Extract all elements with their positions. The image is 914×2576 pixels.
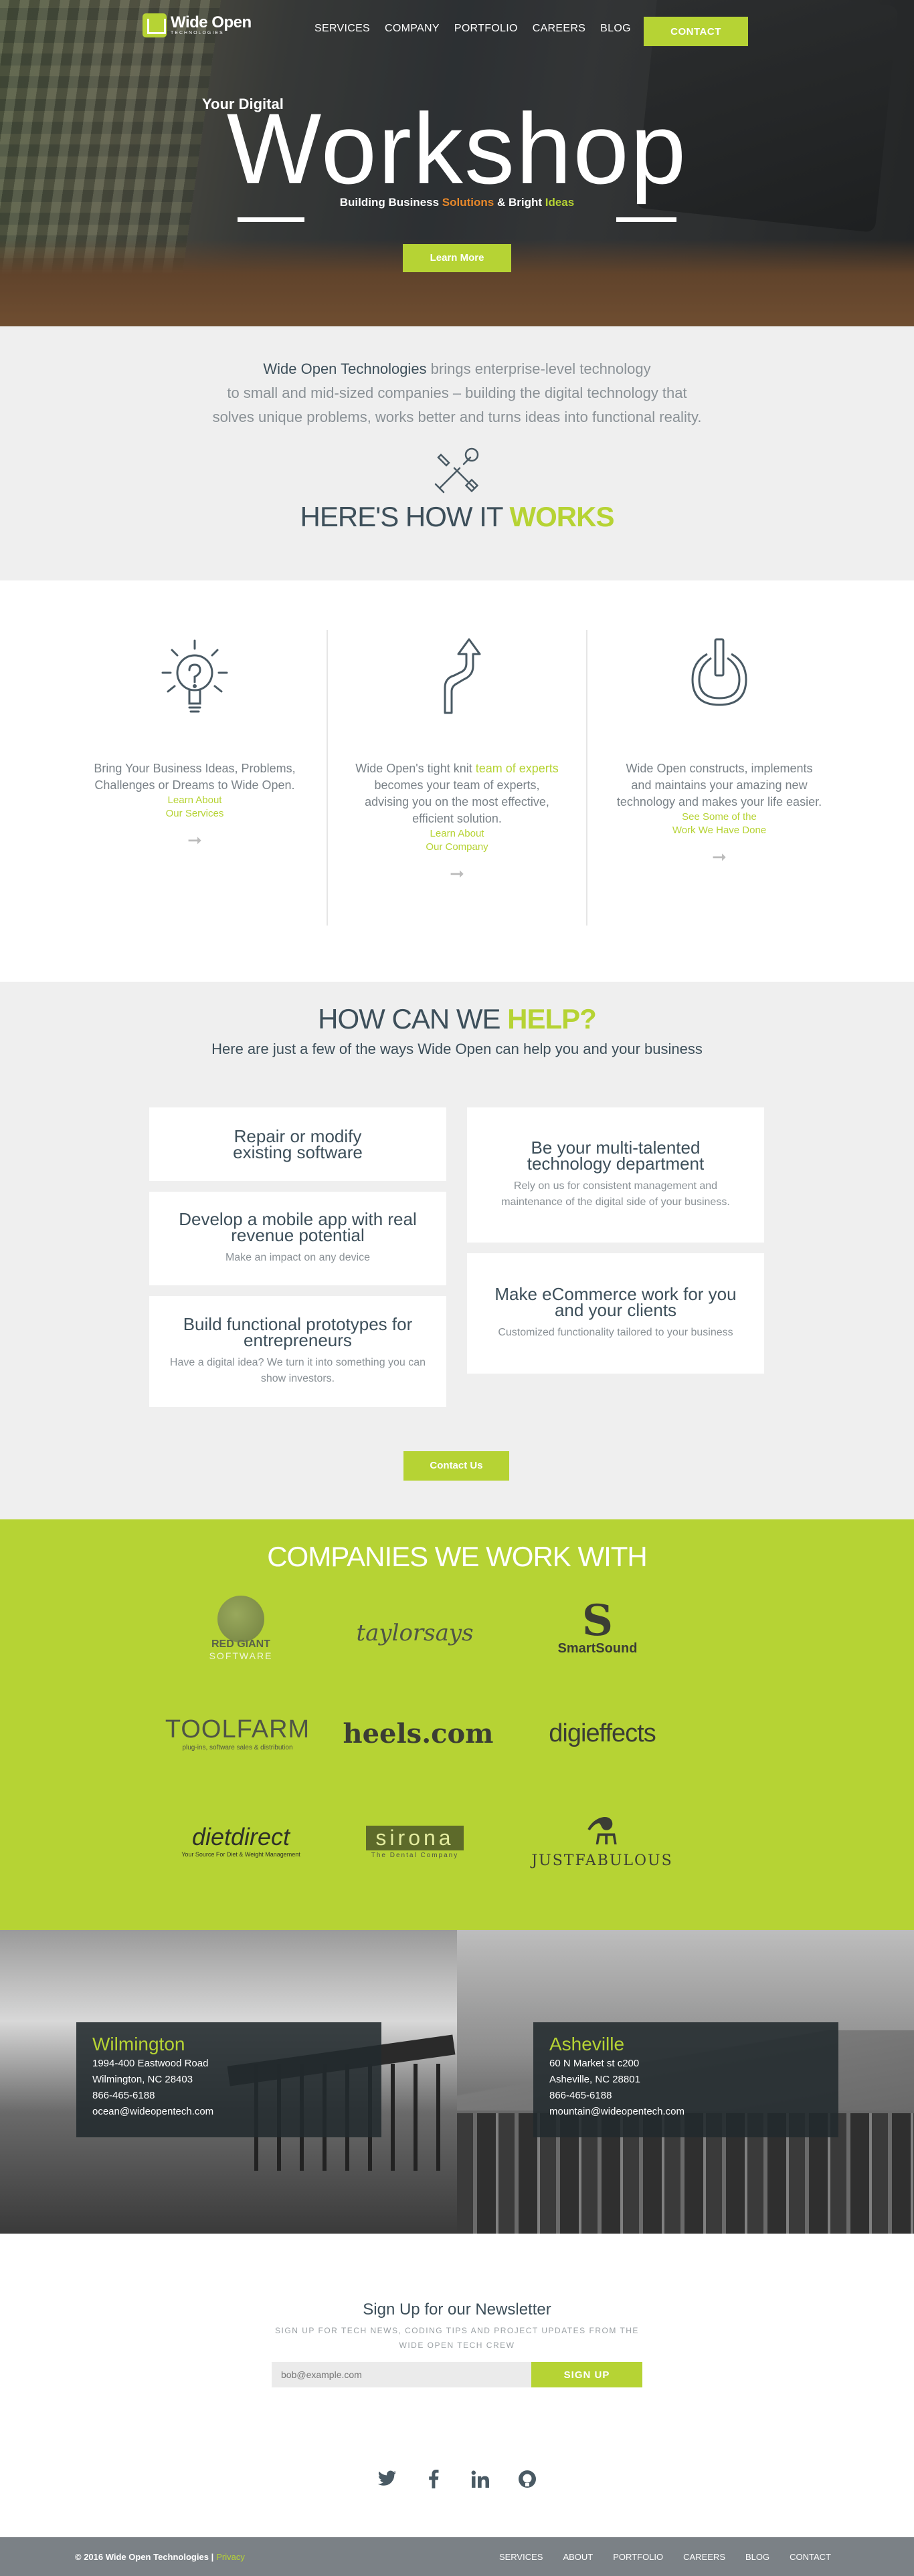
contact-us-button[interactable]: Contact Us [403,1451,509,1481]
asheville-photo: Asheville 60 N Market st c200 Asheville,… [457,1930,914,2234]
logo-mark-icon [143,13,167,37]
location-city: Wilmington [92,2034,185,2054]
logo-name: Wide Open [171,13,252,31]
location-card-wilmington: Wilmington 1994-400 Eastwood Road Wilmin… [76,2022,381,2137]
newsletter-form: SIGN UP [0,2362,914,2387]
footer-item-about[interactable]: ABOUT [563,2552,593,2562]
how-section: Bring Your Business Ideas, Problems, Cha… [0,580,914,982]
nav-item-company[interactable]: COMPANY [385,23,440,35]
help-card-ecommerce[interactable]: Make eCommerce work for you and your cli… [467,1253,764,1374]
hero-pretitle: Your Digital [202,96,284,112]
newsletter-title: Sign Up for our Newsletter [363,2300,551,2319]
nav-menu: SERVICES COMPANY PORTFOLIO CAREERS BLOG [314,23,646,35]
client-logo-red-giant: RED GIANT SOFTWARE [187,1592,294,1665]
nav-item-services[interactable]: SERVICES [314,23,370,35]
github-icon[interactable] [516,2468,539,2490]
locations-section: Wilmington 1994-400 Eastwood Road Wilmin… [0,1930,914,2234]
companies-title: COMPANIES WE WORK WITH [267,1541,648,1572]
help-section: HOW CAN WE HELP? Here are just a few of … [0,982,914,1519]
help-card-tech-department[interactable]: Be your multi-talented technology depart… [467,1107,764,1243]
twitter-icon[interactable] [375,2468,398,2490]
justfabulous-icon: ⚗ [585,1810,620,1854]
hero-subtitle: Building Business Solutions & Bright Ide… [339,196,575,209]
help-card-repair[interactable]: Repair or modify existing software [149,1107,446,1181]
companies-section: COMPANIES WE WORK WITH RED GIANT SOFTWAR… [0,1519,914,1930]
footer-item-contact[interactable]: CONTACT [790,2552,831,2562]
social-links [0,2468,914,2490]
location-phone[interactable]: 866-465-6188 [92,2088,365,2104]
nav-item-blog[interactable]: BLOG [600,23,631,35]
arrow-up-turn-icon [444,638,481,714]
client-logo-justfabulous: ⚗ JUSTFABULOUS [531,1810,673,1869]
help-subtitle: Here are just a few of the ways Wide Ope… [211,1041,703,1057]
how-column-text: Wide Open's tight knit team of experts b… [355,762,559,825]
footer-item-blog[interactable]: BLOG [745,2552,769,2562]
wilmington-photo: Wilmington 1994-400 Eastwood Road Wilmin… [0,1930,457,2234]
arrow-right-icon[interactable]: ➞ [328,863,586,884]
location-city: Asheville [549,2034,625,2054]
help-card-mobile-app[interactable]: Develop a mobile app with real revenue p… [149,1192,446,1285]
newsletter-description: SIGN UP FOR TECH NEWS, CODING TIPS AND P… [275,2326,639,2350]
hero-underline [238,217,676,223]
help-title: HOW CAN WE HELP? [318,1003,597,1035]
newsletter-section: Sign Up for our Newsletter SIGN UP FOR T… [0,2234,914,2537]
main-nav: Wide Open Technologies SERVICES COMPANY … [0,0,914,60]
how-column-ideas: Bring Your Business Ideas, Problems, Cha… [64,630,325,926]
nav-contact-button[interactable]: CONTACT [644,17,748,46]
learn-more-button[interactable]: Learn More [403,244,511,272]
footer-item-portfolio[interactable]: PORTFOLIO [613,2552,663,2562]
learn-about-services-link[interactable]: Learn About Our Services [64,794,325,821]
hero-title: Workshop [226,92,688,205]
location-phone[interactable]: 866-465-6188 [549,2088,822,2104]
client-logo-taylorsays: taylorsays [356,1620,474,1646]
see-our-work-link[interactable]: See Some of the Work We Have Done [589,811,850,837]
power-icon [691,638,747,706]
client-logo-digieffects: digieffects [549,1719,656,1747]
footer: © 2016 Wide Open Technologies | Privacy S… [0,2537,914,2576]
newsletter-signup-button[interactable]: SIGN UP [531,2362,642,2387]
hero: Wide Open Technologies SERVICES COMPANY … [0,0,914,326]
smartsound-icon: S [581,1595,614,1646]
arrow-right-icon[interactable]: ➞ [589,847,850,867]
privacy-link[interactable]: Privacy [216,2552,245,2562]
hero-copy: Your Digital Workshop Building Business … [0,90,914,272]
location-email[interactable]: ocean@wideopentech.com [92,2104,365,2120]
client-logo-heels: heels.com [343,1717,494,1749]
learn-about-company-link[interactable]: Learn About Our Company [328,827,586,854]
client-logo-smartsound: S SmartSound [557,1595,638,1656]
client-logo-dietdirect: dietdirect Your Source For Diet & Weight… [181,1823,300,1858]
footer-item-services[interactable]: SERVICES [499,2552,543,2562]
how-column-text: Bring Your Business Ideas, Problems, Cha… [94,762,296,792]
how-it-works-title: HERE'S HOW IT WORKS [300,501,615,532]
linkedin-icon[interactable] [469,2468,492,2490]
lightbulb-icon [161,639,228,713]
copyright: © 2016 Wide Open Technologies | Privacy [75,2552,245,2562]
tools-icon [434,447,479,494]
client-logo-toolfarm: TOOLFARM plug-ins, software sales & dist… [165,1715,310,1751]
intro-section: Wide Open Technologies brings enterprise… [0,326,914,580]
location-card-asheville: Asheville 60 N Market st c200 Asheville,… [533,2022,838,2137]
location-address: 1994-400 Eastwood Road [92,2058,209,2069]
how-column-build: Wide Open constructs, implements and mai… [589,630,850,926]
intro-text: Wide Open Technologies brings enterprise… [212,360,702,425]
arrow-right-icon[interactable]: ➞ [64,830,325,851]
location-email[interactable]: mountain@wideopentech.com [549,2104,822,2120]
facebook-icon[interactable] [422,2468,445,2490]
location-city-state: Asheville, NC 28801 [549,2074,640,2085]
logo[interactable]: Wide Open Technologies [143,13,252,37]
nav-item-portfolio[interactable]: PORTFOLIO [454,23,518,35]
footer-item-careers[interactable]: CAREERS [683,2552,725,2562]
how-column-experts: Wide Open's tight knit team of experts b… [327,630,587,926]
red-giant-icon [217,1596,264,1642]
how-column-text: Wide Open constructs, implements and mai… [616,762,822,809]
newsletter-email-input[interactable] [272,2362,531,2387]
nav-item-careers[interactable]: CAREERS [533,23,585,35]
help-card-prototypes[interactable]: Build functional prototypes for entrepre… [149,1296,446,1407]
client-logo-sirona: sirona The Dental Company [348,1819,482,1866]
footer-menu: SERVICES ABOUT PORTFOLIO CAREERS BLOG CO… [499,2552,831,2562]
location-address: 60 N Market st c200 [549,2058,640,2069]
location-city-state: Wilmington, NC 28403 [92,2074,193,2085]
